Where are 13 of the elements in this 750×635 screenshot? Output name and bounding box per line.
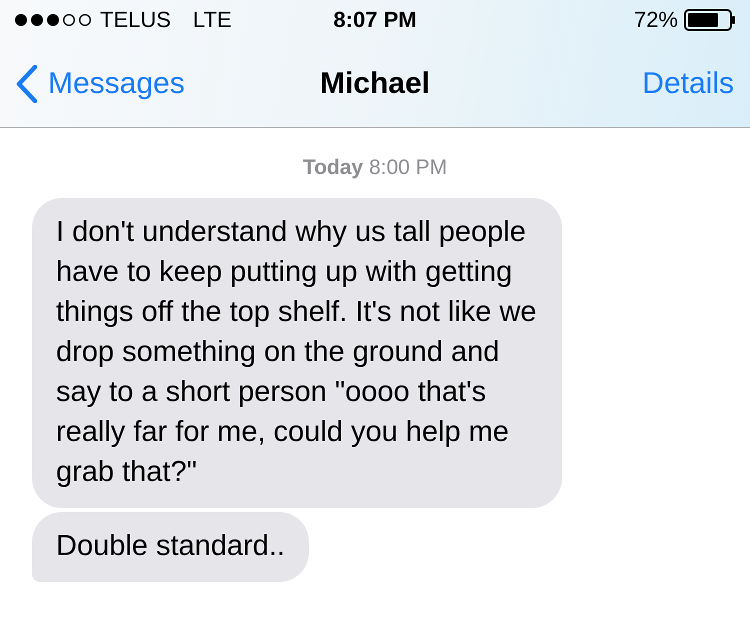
clock-time: 8:07 PM: [333, 7, 417, 33]
signal-icon: [14, 13, 92, 27]
conversation-title: Michael: [320, 66, 430, 100]
message-bubble: Double standard..: [32, 512, 309, 582]
chevron-left-icon: [16, 64, 38, 102]
details-button[interactable]: Details: [642, 66, 734, 100]
carrier-name: TELUS: [100, 7, 171, 33]
battery-percentage: 72%: [634, 7, 678, 33]
network-type: LTE: [192, 7, 232, 33]
message-bubble: I don't understand why us tall people have to keep putting up with getting things off the top shelf. It's not like we drop something on the ground and say to a short person "oooo that's really far for me, could you help me grab that?": [32, 198, 562, 508]
message-timestamp: Today 8:00 PM: [302, 156, 448, 180]
battery-icon: [684, 9, 736, 31]
back-button[interactable]: Messages: [16, 64, 185, 102]
